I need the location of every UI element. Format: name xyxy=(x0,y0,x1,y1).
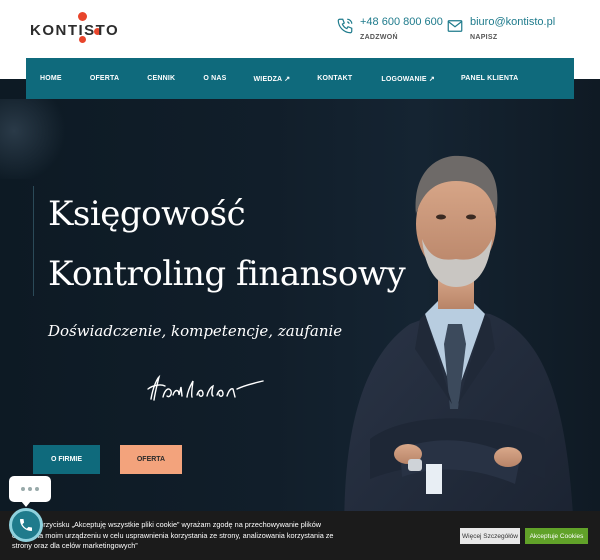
phone-icon xyxy=(20,519,32,531)
hero-accent-line xyxy=(33,186,34,296)
header: KONTISTO +48 600 800 600 ZADZWOŃ biuro@k… xyxy=(0,0,600,58)
chat-dot xyxy=(21,487,25,491)
chat-dot xyxy=(28,487,32,491)
email-contact[interactable]: biuro@kontisto.pl NAPISZ xyxy=(446,16,555,41)
email-address[interactable]: biuro@kontisto.pl xyxy=(470,16,555,28)
logo[interactable]: KONTISTO xyxy=(30,12,140,46)
nav-home[interactable]: HOME xyxy=(40,75,62,82)
call-button[interactable] xyxy=(9,508,43,542)
hero-background-detail xyxy=(0,99,70,179)
main-navigation: HOME OFERTA CENNIK O NAS WIEDZA ↗ KONTAK… xyxy=(26,58,574,99)
nav-login[interactable]: LOGOWANIE ↗ xyxy=(381,75,435,83)
nav-pricing[interactable]: CENNIK xyxy=(147,75,175,82)
logo-text: KONTISTO xyxy=(30,22,120,39)
phone-contact[interactable]: +48 600 800 600 ZADZWOŃ xyxy=(336,16,443,41)
hero: Księgowość Kontroling finansowy Doświadc… xyxy=(0,79,600,560)
phone-label: ZADZWOŃ xyxy=(360,34,398,41)
nav-about[interactable]: O NAS xyxy=(203,75,226,82)
phone-number[interactable]: +48 600 800 600 xyxy=(360,16,443,28)
about-company-button[interactable]: O FIRMIE xyxy=(33,445,100,474)
cookie-text: Klikając przycisku „Akceptuję wszystkie … xyxy=(12,520,334,550)
hero-tagline: Doświadczenie, kompetencje, zaufanie xyxy=(48,322,343,340)
cookie-settings-button[interactable]: Więcej Szczegółów xyxy=(460,528,520,544)
businessman-image xyxy=(344,155,575,559)
phone-icon xyxy=(337,18,353,34)
chat-bubble[interactable] xyxy=(9,476,51,507)
cookie-accept-button[interactable]: Akceptuje Cookies xyxy=(525,528,588,544)
nav-offer[interactable]: OFERTA xyxy=(90,75,119,82)
logo-dot xyxy=(78,12,87,21)
email-label: NAPISZ xyxy=(470,34,498,41)
cookie-banner: Klikając przycisku „Akceptuję wszystkie … xyxy=(0,511,600,560)
hero-title-line1: Księgowość xyxy=(48,194,246,234)
chat-dot xyxy=(35,487,39,491)
nav-knowledge[interactable]: WIEDZA ↗ xyxy=(254,75,291,83)
mail-icon xyxy=(447,20,463,32)
signature-image xyxy=(147,374,264,401)
offer-button[interactable]: OFERTA xyxy=(120,445,182,474)
nav-client-panel[interactable]: PANEL KLIENTA xyxy=(461,75,518,82)
nav-contact[interactable]: KONTAKT xyxy=(317,75,352,82)
